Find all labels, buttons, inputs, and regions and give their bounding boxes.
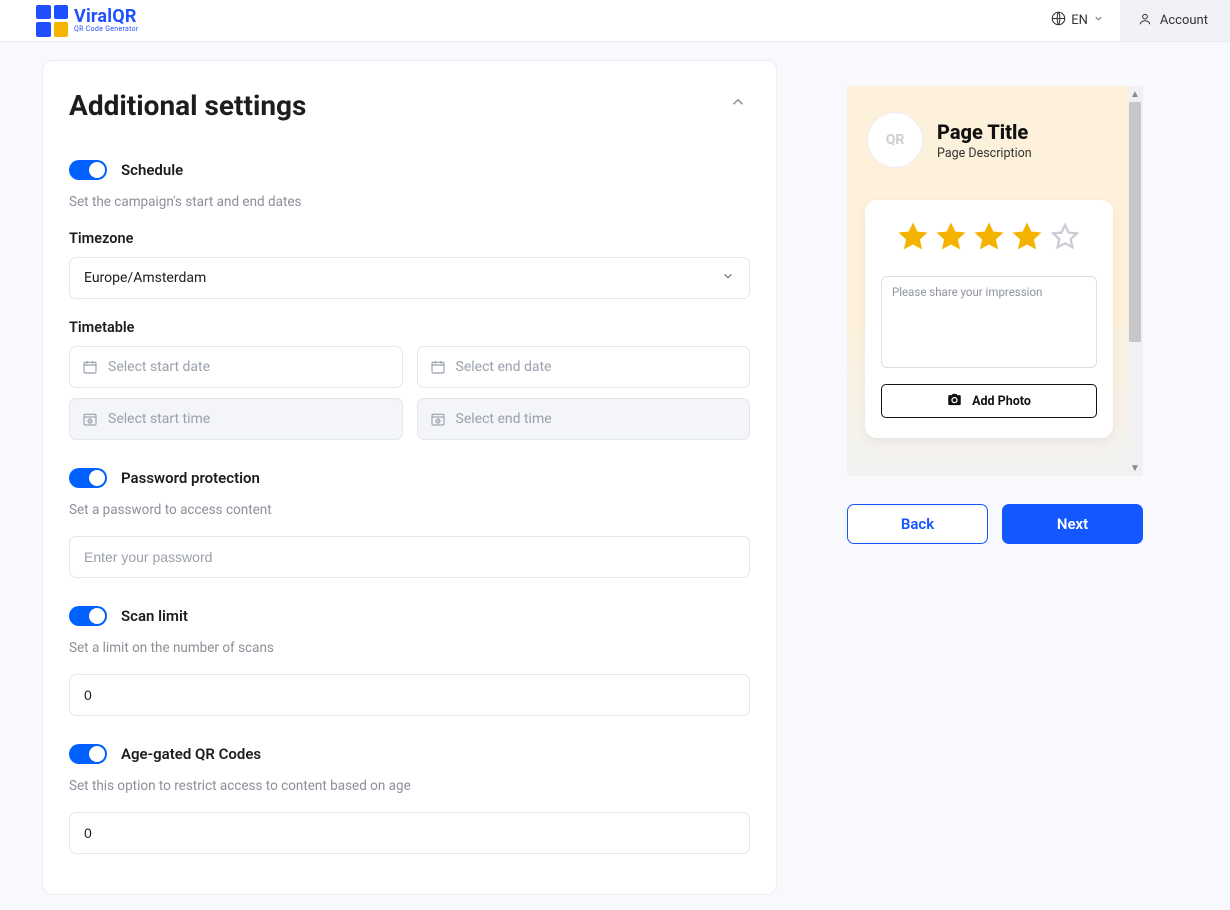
logo-text: ViralQR QR Code Generator [74,8,139,33]
age-gated-subtext: Set this option to restrict access to co… [69,778,750,794]
chevron-up-icon [729,93,747,115]
chevron-down-icon [1093,13,1104,28]
next-label: Next [1057,515,1088,533]
preview-description: Page Description [937,146,1032,161]
back-label: Back [901,515,934,533]
add-photo-button[interactable]: Add Photo [881,384,1097,418]
scan-limit-subtext: Set a limit on the number of scans [69,640,750,656]
timezone-value: Europe/Amsterdam [84,270,206,286]
start-date-input[interactable]: Select start date [69,346,403,388]
back-button[interactable]: Back [847,504,988,544]
password-label: Password protection [121,469,260,487]
password-subtext: Set a password to access content [69,502,750,518]
end-date-placeholder: Select end date [456,359,552,375]
impression-placeholder: Please share your impression [892,285,1042,299]
globe-icon [1051,11,1066,30]
user-icon [1138,12,1152,30]
add-photo-label: Add Photo [972,394,1031,409]
scan-limit-label: Scan limit [121,607,188,625]
schedule-subtext: Set the campaign's start and end dates [69,194,750,210]
brand-subtitle: QR Code Generator [74,26,139,33]
schedule-label: Schedule [121,161,183,179]
age-gated-section: Age-gated QR Codes Set this option to re… [69,744,750,854]
age-gated-label: Age-gated QR Codes [121,745,261,763]
star-filled-icon[interactable] [898,222,928,252]
star-empty-icon[interactable] [1050,222,1080,252]
start-date-placeholder: Select start date [108,359,210,375]
password-toggle[interactable] [69,468,107,488]
preview-column: QR Page Title Page Description Please sh… [847,86,1143,544]
review-card: Please share your impression Add Photo [865,200,1113,438]
age-gated-input[interactable] [84,813,735,853]
scroll-thumb[interactable] [1129,102,1141,342]
timezone-select[interactable]: Europe/Amsterdam [69,257,750,299]
clock-icon [82,411,98,427]
star-filled-icon[interactable] [1012,222,1042,252]
scroll-up-icon[interactable]: ▲ [1127,86,1143,102]
clock-icon [430,411,446,427]
language-selector[interactable]: EN [1035,11,1120,30]
app-header: ViralQR QR Code Generator EN Account [0,0,1230,42]
calendar-icon [430,359,446,375]
end-time-placeholder: Select end time [456,411,552,427]
page-preview: QR Page Title Page Description Please sh… [847,86,1127,476]
end-time-input[interactable]: Select end time [417,398,751,440]
end-date-input[interactable]: Select end date [417,346,751,388]
account-label: Account [1160,13,1208,28]
scroll-down-icon[interactable]: ▼ [1127,460,1143,476]
start-time-placeholder: Select start time [108,411,210,427]
logo[interactable]: ViralQR QR Code Generator [36,5,139,37]
logo-mark-icon [36,5,68,37]
password-input[interactable] [84,537,735,577]
scan-limit-section: Scan limit Set a limit on the number of … [69,606,750,716]
scan-limit-input[interactable] [84,675,735,715]
password-section: Password protection Set a password to ac… [69,468,750,578]
page-title: Additional settings [69,89,750,122]
additional-settings-card: Additional settings Schedule Set the cam… [42,60,777,895]
qr-badge-text: QR [886,132,905,148]
timetable-label: Timetable [69,319,750,336]
schedule-section: Schedule Set the campaign's start and en… [69,160,750,440]
qr-logo-placeholder: QR [867,112,923,168]
timezone-label: Timezone [69,230,750,247]
next-button[interactable]: Next [1002,504,1143,544]
schedule-toggle[interactable] [69,160,107,180]
star-filled-icon[interactable] [974,222,1004,252]
preview-scrollbar[interactable]: ▲ ▼ [1127,86,1143,476]
impression-textarea[interactable]: Please share your impression [881,276,1097,368]
age-gated-toggle[interactable] [69,744,107,764]
collapse-section-button[interactable] [726,92,750,116]
star-rating [881,222,1097,252]
account-button[interactable]: Account [1120,0,1230,41]
preview-title: Page Title [937,120,1032,144]
calendar-icon [82,359,98,375]
scan-limit-toggle[interactable] [69,606,107,626]
start-time-input[interactable]: Select start time [69,398,403,440]
chevron-down-icon [721,269,735,287]
star-filled-icon[interactable] [936,222,966,252]
language-code: EN [1071,13,1088,28]
camera-icon [947,392,962,411]
brand-name: ViralQR [74,8,139,26]
